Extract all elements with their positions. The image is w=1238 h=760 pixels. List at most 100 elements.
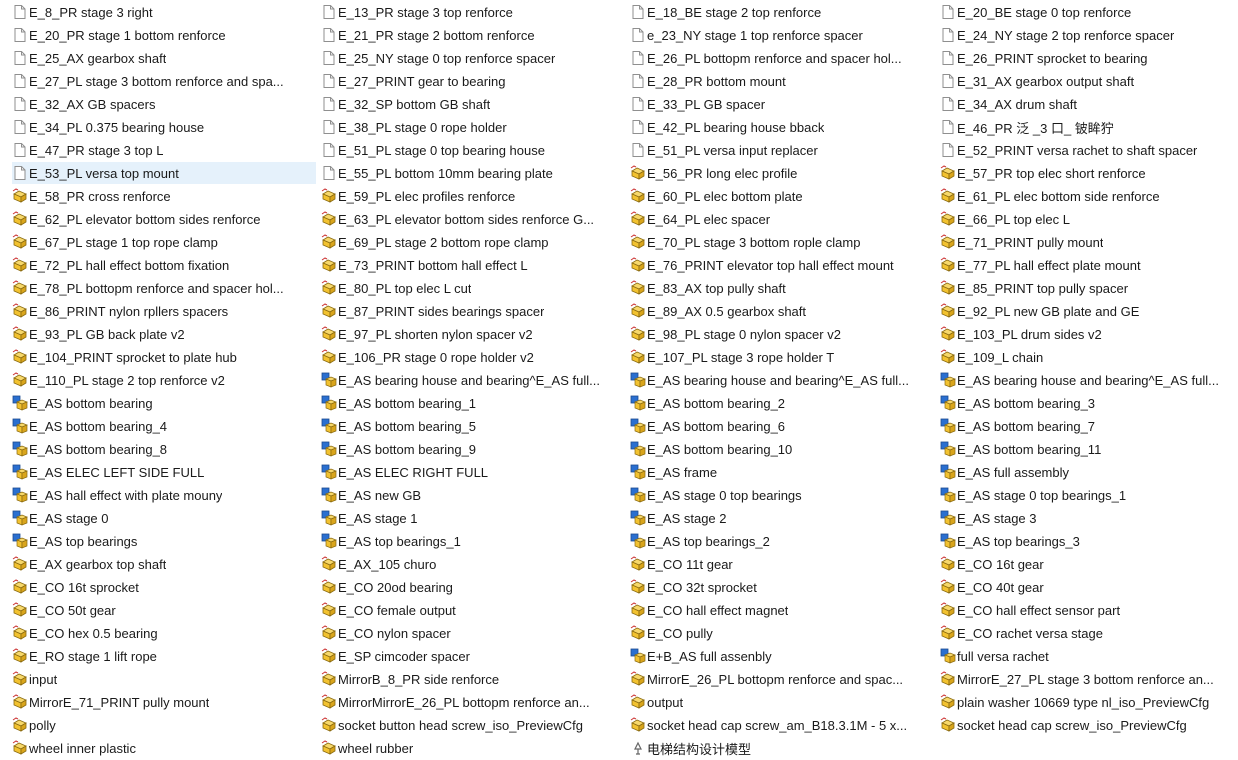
file-item[interactable]: E_83_AX top pully shaft bbox=[630, 277, 935, 299]
file-item[interactable]: E_AS ELEC RIGHT FULL bbox=[321, 461, 625, 483]
file-item[interactable]: E_CO rachet versa stage bbox=[940, 622, 1230, 644]
file-item[interactable]: E_CO 20od bearing bbox=[321, 576, 625, 598]
file-item[interactable]: E_CO 16t gear bbox=[940, 553, 1230, 575]
file-item[interactable]: E_AS bottom bearing_2 bbox=[630, 392, 935, 414]
file-item[interactable]: e_23_NY stage 1 top renforce spacer bbox=[630, 24, 935, 46]
file-item[interactable]: E_73_PRINT bottom hall effect L bbox=[321, 254, 625, 276]
file-item[interactable]: E_69_PL stage 2 bottom rope clamp bbox=[321, 231, 625, 253]
file-item[interactable]: MirrorE_27_PL stage 3 bottom renforce an… bbox=[940, 668, 1230, 690]
file-item[interactable]: E_CO hex 0.5 bearing bbox=[12, 622, 316, 644]
file-item[interactable]: E_CO 40t gear bbox=[940, 576, 1230, 598]
file-item[interactable]: E_64_PL elec spacer bbox=[630, 208, 935, 230]
file-item[interactable]: E_72_PL hall effect bottom fixation bbox=[12, 254, 316, 276]
file-item[interactable]: E_CO 50t gear bbox=[12, 599, 316, 621]
file-item[interactable]: E_28_PR bottom mount bbox=[630, 70, 935, 92]
file-item[interactable]: E_AS stage 2 bbox=[630, 507, 935, 529]
file-item[interactable]: E_AS bottom bearing_6 bbox=[630, 415, 935, 437]
file-item[interactable]: E_20_BE stage 0 top renforce bbox=[940, 1, 1230, 23]
file-item[interactable]: E_77_PL hall effect plate mount bbox=[940, 254, 1230, 276]
file-item[interactable]: E_97_PL shorten nylon spacer v2 bbox=[321, 323, 625, 345]
file-item[interactable]: E+B_AS full assenbly bbox=[630, 645, 935, 667]
file-item[interactable]: socket head cap screw_am_B18.3.1M - 5 x.… bbox=[630, 714, 935, 736]
file-item[interactable]: E_AS stage 0 top bearings_1 bbox=[940, 484, 1230, 506]
file-item[interactable]: E_AS stage 3 bbox=[940, 507, 1230, 529]
file-item[interactable]: E_CO 11t gear bbox=[630, 553, 935, 575]
file-item[interactable]: E_AS bottom bearing_9 bbox=[321, 438, 625, 460]
file-item[interactable]: E_AS bottom bearing_4 bbox=[12, 415, 316, 437]
file-item[interactable]: E_27_PL stage 3 bottom renforce and spa.… bbox=[12, 70, 316, 92]
file-item[interactable]: E_86_PRINT nylon rpllers spacers bbox=[12, 300, 316, 322]
file-item[interactable]: E_103_PL drum sides v2 bbox=[940, 323, 1230, 345]
file-item[interactable]: E_34_PL 0.375 bearing house bbox=[12, 116, 316, 138]
file-item[interactable]: E_AS frame bbox=[630, 461, 935, 483]
file-item[interactable]: E_38_PL stage 0 rope holder bbox=[321, 116, 625, 138]
file-item[interactable]: E_AS bearing house and bearing^E_AS full… bbox=[940, 369, 1230, 391]
file-item[interactable]: E_CO hall effect magnet bbox=[630, 599, 935, 621]
file-item[interactable]: E_AS top bearings_1 bbox=[321, 530, 625, 552]
file-item[interactable]: E_18_BE stage 2 top renforce bbox=[630, 1, 935, 23]
file-item[interactable]: E_58_PR cross renforce bbox=[12, 185, 316, 207]
file-item[interactable]: E_CO 32t sprocket bbox=[630, 576, 935, 598]
file-item[interactable]: E_70_PL stage 3 bottom rople clamp bbox=[630, 231, 935, 253]
file-item[interactable]: E_20_PR stage 1 bottom renforce bbox=[12, 24, 316, 46]
file-item[interactable]: E_106_PR stage 0 rope holder v2 bbox=[321, 346, 625, 368]
file-item[interactable]: MirrorB_8_PR side renforce bbox=[321, 668, 625, 690]
file-item[interactable]: E_AS full assembly bbox=[940, 461, 1230, 483]
file-item[interactable]: E_93_PL GB back plate v2 bbox=[12, 323, 316, 345]
file-item[interactable]: E_AS ELEC LEFT SIDE FULL bbox=[12, 461, 316, 483]
file-item[interactable]: E_62_PL elevator bottom sides renforce bbox=[12, 208, 316, 230]
file-item[interactable]: E_51_PL versa input replacer bbox=[630, 139, 935, 161]
file-item[interactable]: E_109_L chain bbox=[940, 346, 1230, 368]
file-item[interactable]: E_71_PRINT pully mount bbox=[940, 231, 1230, 253]
file-item[interactable]: E_AS bottom bearing_3 bbox=[940, 392, 1230, 414]
file-item[interactable]: E_AS bottom bearing_11 bbox=[940, 438, 1230, 460]
file-item[interactable]: E_SP cimcoder spacer bbox=[321, 645, 625, 667]
file-item[interactable]: E_110_PL stage 2 top renforce v2 bbox=[12, 369, 316, 391]
file-item[interactable]: output bbox=[630, 691, 935, 713]
file-item[interactable]: E_AS new GB bbox=[321, 484, 625, 506]
file-item[interactable]: E_56_PR long elec profile bbox=[630, 162, 935, 184]
file-item[interactable]: E_51_PL stage 0 top bearing house bbox=[321, 139, 625, 161]
file-item[interactable]: E_66_PL top elec L bbox=[940, 208, 1230, 230]
file-item[interactable]: socket head cap screw_iso_PreviewCfg bbox=[940, 714, 1230, 736]
file-item[interactable]: E_CO hall effect sensor part bbox=[940, 599, 1230, 621]
file-item[interactable]: E_AS bearing house and bearing^E_AS full… bbox=[630, 369, 935, 391]
file-item[interactable]: E_26_PRINT sprocket to bearing bbox=[940, 47, 1230, 69]
file-item[interactable]: E_52_PRINT versa rachet to shaft spacer bbox=[940, 139, 1230, 161]
file-item[interactable]: E_32_SP bottom GB shaft bbox=[321, 93, 625, 115]
file-item[interactable]: E_98_PL stage 0 nylon spacer v2 bbox=[630, 323, 935, 345]
file-item[interactable]: full versa rachet bbox=[940, 645, 1230, 667]
file-item[interactable]: E_AS bottom bearing_7 bbox=[940, 415, 1230, 437]
file-item[interactable]: E_AS bottom bearing_1 bbox=[321, 392, 625, 414]
file-item[interactable]: E_24_NY stage 2 top renforce spacer bbox=[940, 24, 1230, 46]
file-item[interactable]: MirrorMirrorE_26_PL bottopm renforce an.… bbox=[321, 691, 625, 713]
file-item[interactable]: MirrorE_26_PL bottopm renforce and spac.… bbox=[630, 668, 935, 690]
file-item[interactable]: E_25_AX gearbox shaft bbox=[12, 47, 316, 69]
file-item[interactable]: E_AS stage 1 bbox=[321, 507, 625, 529]
file-item[interactable]: E_AX gearbox top shaft bbox=[12, 553, 316, 575]
file-item[interactable]: socket button head screw_iso_PreviewCfg bbox=[321, 714, 625, 736]
file-item[interactable]: E_46_PR 泛 _3 口_ 铍眸狞 bbox=[940, 116, 1230, 138]
file-item[interactable]: E_AS stage 0 bbox=[12, 507, 316, 529]
file-item[interactable]: E_61_PL elec bottom side renforce bbox=[940, 185, 1230, 207]
file-item[interactable]: E_AS bottom bearing_10 bbox=[630, 438, 935, 460]
file-item[interactable]: polly bbox=[12, 714, 316, 736]
file-item[interactable]: E_31_AX gearbox output shaft bbox=[940, 70, 1230, 92]
file-item[interactable]: E_76_PRINT elevator top hall effect moun… bbox=[630, 254, 935, 276]
file-item[interactable]: E_AS top bearings_3 bbox=[940, 530, 1230, 552]
file-item[interactable]: E_AS bottom bearing bbox=[12, 392, 316, 414]
file-item[interactable]: E_21_PR stage 2 bottom renforce bbox=[321, 24, 625, 46]
file-item[interactable]: E_AS top bearings bbox=[12, 530, 316, 552]
file-item[interactable]: E_53_PL versa top mount bbox=[12, 162, 316, 184]
file-item[interactable]: E_32_AX GB spacers bbox=[12, 93, 316, 115]
file-item[interactable]: E_CO nylon spacer bbox=[321, 622, 625, 644]
file-item[interactable]: E_42_PL bearing house bback bbox=[630, 116, 935, 138]
file-item[interactable]: E_104_PRINT sprocket to plate hub bbox=[12, 346, 316, 368]
file-item[interactable]: E_AS bottom bearing_5 bbox=[321, 415, 625, 437]
file-item[interactable]: E_57_PR top elec short renforce bbox=[940, 162, 1230, 184]
file-item[interactable]: E_CO female output bbox=[321, 599, 625, 621]
file-item[interactable]: E_33_PL GB spacer bbox=[630, 93, 935, 115]
file-item[interactable]: wheel rubber bbox=[321, 737, 625, 759]
file-item[interactable]: E_67_PL stage 1 top rope clamp bbox=[12, 231, 316, 253]
file-item[interactable]: E_87_PRINT sides bearings spacer bbox=[321, 300, 625, 322]
